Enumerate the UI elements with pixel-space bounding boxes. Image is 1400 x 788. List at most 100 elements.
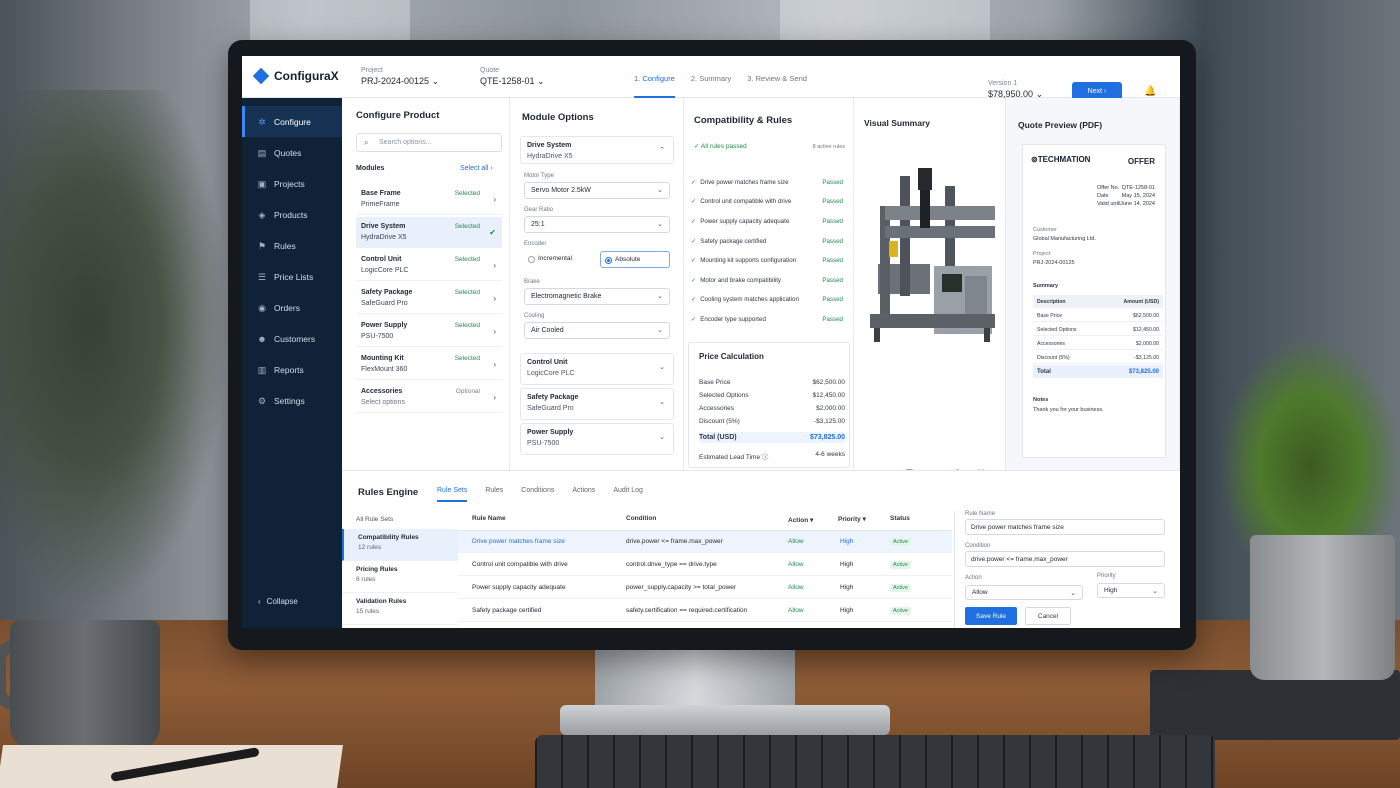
step-summary[interactable]: 2. Summary: [691, 56, 731, 98]
rule-check-row: ✓ Encoder type supported Passed: [691, 316, 843, 323]
rule-check-row: ✓ Power supply capacity adequate Passed: [691, 218, 843, 225]
rule-set-count: 12 rules: [358, 544, 382, 551]
motor-type-select[interactable]: Servo Motor 2.5kW ⌄: [524, 182, 670, 199]
sidebar-item-customers[interactable]: ☻ Customers: [242, 323, 342, 354]
brake-select[interactable]: Electromagnetic Brake ⌄: [524, 288, 670, 305]
save-rule-button[interactable]: Save Rule: [965, 607, 1017, 625]
table-row[interactable]: Drive power matches frame size drive.powe…: [458, 531, 952, 553]
list-icon: ☰: [257, 271, 267, 282]
project-selector[interactable]: Project PRJ-2024-00125 ⌄: [361, 67, 439, 87]
module-row[interactable]: Base Frame PrimeFrame Selected ›: [356, 184, 502, 215]
power-supply-accordion[interactable]: Power Supply PSU-7500 ⌄: [520, 423, 674, 455]
encoder-incremental-radio[interactable]: Incremental: [524, 251, 592, 268]
tab-audit-log[interactable]: Audit Log: [613, 487, 643, 502]
table-row[interactable]: Power supply capacity adequate power_supp…: [458, 577, 952, 599]
encoder-absolute-radio[interactable]: Absolute: [600, 251, 670, 268]
machine-3d-render: [870, 168, 995, 342]
module-name: Mounting Kit: [361, 355, 404, 362]
rule-set-item[interactable]: Validation Rules 15 rules: [342, 593, 458, 625]
rule-name-input[interactable]: Drive power matches frame size: [965, 519, 1165, 535]
table-row[interactable]: Control unit compatible with drive contro…: [458, 554, 952, 576]
brake-label: Brake: [524, 279, 540, 285]
bell-icon[interactable]: 🔔: [1144, 86, 1156, 97]
pdf-project-label: Project: [1033, 251, 1051, 257]
modules-label: Modules: [356, 165, 385, 172]
tab-actions[interactable]: Actions: [572, 487, 595, 502]
table-row[interactable]: Safety package certified safety.certifica…: [458, 600, 952, 622]
pdf-table-header: Description Amount (USD): [1033, 295, 1163, 308]
sidebar-item-rules[interactable]: ⚑ Rules: [242, 230, 342, 261]
column-header[interactable]: Condition: [626, 515, 656, 522]
price-row: Selected Options $12,450.00: [699, 392, 845, 399]
sidebar-item-settings[interactable]: ⚙ Settings: [242, 385, 342, 416]
rule-set-name: Compatibility Rules: [358, 534, 419, 541]
monitor-base: [560, 705, 890, 735]
column-header-priority[interactable]: Priority ▾: [838, 515, 866, 523]
column-header-action[interactable]: Action ▾: [788, 516, 813, 524]
rule-set-item[interactable]: Pricing Rules 8 rules: [342, 561, 458, 593]
pdf-document[interactable]: ⊚TECHMATION OFFER Offer No. QTE-1258-01 …: [1022, 144, 1166, 458]
rule-set-item[interactable]: Compatibility Rules 12 rules: [342, 529, 458, 561]
price-calculation-card: Price Calculation Base Price $62,500.00 S…: [688, 342, 850, 468]
module-row[interactable]: Control Unit LogicCore PLC Selected ›: [356, 250, 502, 281]
sidebar-item-quotes[interactable]: ▤ Quotes: [242, 137, 342, 168]
version-selector[interactable]: Version 1 $78,950.00 ⌄: [988, 80, 1043, 100]
search-icon: ⌕: [364, 138, 369, 147]
app-screen: ConfiguraX Project PRJ-2024-00125 ⌄ Quot…: [242, 56, 1180, 628]
sidebar-item-reports[interactable]: ▥ Reports: [242, 354, 342, 385]
tab-rules[interactable]: Rules: [485, 487, 503, 502]
module-sub: FlexMount 360: [361, 366, 408, 373]
cancel-button[interactable]: Cancel: [1025, 607, 1071, 625]
select-value: Allow: [972, 589, 988, 596]
rule-edit-form: Rule Name Drive power matches frame size…: [954, 511, 1178, 628]
pdf-brand: ⊚TECHMATION: [1031, 155, 1090, 164]
module-row[interactable]: Mounting Kit FlexMount 360 Selected ›: [356, 349, 502, 380]
gear-ratio-select[interactable]: 25:1 ⌄: [524, 216, 670, 233]
status-badge: Active: [890, 538, 911, 546]
drive-system-accordion[interactable]: Drive System HydraDrive X5 ⌃: [520, 136, 674, 164]
pdf-meta-value: QTE-1258-01: [1121, 185, 1155, 191]
passed-badge: Passed: [822, 198, 843, 205]
sidebar-item-projects[interactable]: ▣ Projects: [242, 168, 342, 199]
collapse-button[interactable]: ‹ Collapse: [258, 597, 298, 606]
module-row[interactable]: Accessories Select options Optional ›: [356, 382, 502, 413]
check-icon: ✓: [691, 179, 697, 186]
accordion-sub: LogicCore PLC: [527, 370, 575, 377]
accordion-sub: PSU-7500: [527, 440, 560, 447]
control-unit-accordion[interactable]: Control Unit LogicCore PLC ⌄: [520, 353, 674, 385]
action-select[interactable]: Allow ⌄: [965, 585, 1083, 600]
cooling-select[interactable]: Air Cooled ⌄: [524, 322, 670, 339]
price-row: Base Price $62,500.00: [699, 379, 845, 386]
priority-select[interactable]: High ⌄: [1097, 583, 1165, 598]
sidebar-item-products[interactable]: ◈ Products: [242, 199, 342, 230]
quote-value: QTE-1258-01: [480, 76, 535, 86]
sidebar-item-price-lists[interactable]: ☰ Price Lists: [242, 261, 342, 292]
column-header[interactable]: Status: [890, 515, 910, 522]
top-bar: ConfiguraX Project PRJ-2024-00125 ⌄ Quot…: [242, 56, 1180, 101]
accordion-title: Power Supply: [527, 429, 574, 436]
column-header[interactable]: Rule Name: [472, 515, 506, 522]
rule-sets-header: All Rule Sets: [356, 516, 394, 523]
safety-package-accordion[interactable]: Safety Package SafeGuard Pro ⌄: [520, 388, 674, 420]
step-review-send[interactable]: 3. Review & Send: [747, 56, 807, 98]
module-row[interactable]: Drive System HydraDrive X5 Selected ✔: [356, 217, 502, 248]
condition-input[interactable]: drive.power <= frame.max_power: [965, 551, 1165, 567]
sidebar-item-orders[interactable]: ◉ Orders: [242, 292, 342, 323]
tab-conditions[interactable]: Conditions: [521, 487, 554, 502]
module-row[interactable]: Safety Package SafeGuard Pro Selected ›: [356, 283, 502, 314]
app-logo[interactable]: ConfiguraX: [252, 67, 339, 85]
sidebar: ✲ Configure ▤ Quotes ▣ Projects ◈ Products ⚑…: [242, 98, 342, 628]
module-row[interactable]: Power Supply PSU-7500 Selected ›: [356, 316, 502, 347]
search-input[interactable]: ⌕ Search options...: [356, 133, 502, 152]
folder-icon: ▣: [257, 178, 267, 189]
tab-rule-sets[interactable]: Rule Sets: [437, 487, 468, 502]
version-label: Version 1: [988, 80, 1018, 87]
pdf-doc-type: OFFER: [1127, 157, 1155, 166]
module-name: Drive System: [361, 223, 406, 230]
sidebar-item-configure[interactable]: ✲ Configure: [242, 106, 342, 137]
pdf-col-desc: Description: [1037, 299, 1066, 305]
quote-selector[interactable]: Quote QTE-1258-01 ⌄: [480, 67, 545, 87]
select-all-link[interactable]: Select all ›: [460, 165, 493, 172]
lead-label: Estimated Lead Time: [699, 454, 761, 461]
step-configure[interactable]: 1. Configure: [634, 56, 675, 98]
